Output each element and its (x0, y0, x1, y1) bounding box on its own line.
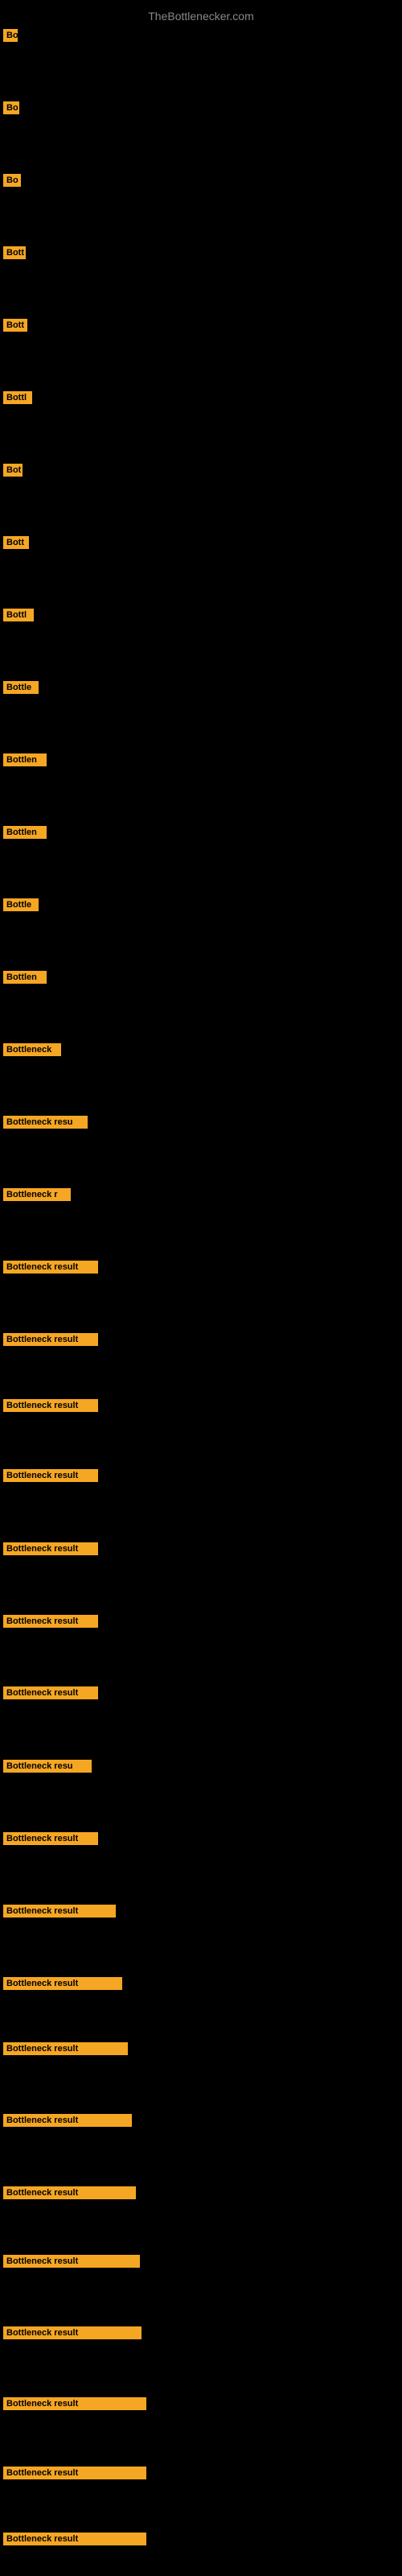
bar-label: Bottleneck result (3, 1542, 98, 1555)
bar-label: Bottl (3, 609, 34, 621)
bar-row: Bottleneck result (0, 1538, 402, 1564)
bar-row: Bo (0, 24, 402, 51)
bar-row: Bottl (0, 386, 402, 413)
bar-label: Bottleneck result (3, 2533, 146, 2545)
bar-row: Bot (0, 459, 402, 485)
bar-row: Bottleneck result (0, 1464, 402, 1491)
bar-row: Bottleneck result (0, 1256, 402, 1282)
bar-row: Bo (0, 97, 402, 123)
bar-row: Bottleneck result (0, 1610, 402, 1637)
bar-label: Bottleneck (3, 1043, 61, 1056)
bar-row: Bottleneck resu (0, 1111, 402, 1137)
bar-label: Bottleneck result (3, 1686, 98, 1699)
bar-label: Bottleneck resu (3, 1760, 92, 1773)
bar-label: Bottlen (3, 753, 47, 766)
bar-label: Bottleneck result (3, 1977, 122, 1990)
bar-label: Bo (3, 174, 21, 187)
bar-label: Bottleneck result (3, 1469, 98, 1482)
bar-label: Bottleneck result (3, 1905, 116, 1918)
bar-row: Bo (0, 169, 402, 196)
bar-label: Bo (3, 29, 18, 42)
bar-label: Bottlen (3, 971, 47, 984)
bar-row: Bottleneck result (0, 2182, 402, 2208)
bar-label: Bottleneck r (3, 1188, 71, 1201)
bar-label: Bottleneck result (3, 2397, 146, 2410)
bar-row: Bottle (0, 676, 402, 703)
bar-row: Bott (0, 314, 402, 341)
bar-row: Bott (0, 531, 402, 558)
bar-row: Bottl (0, 604, 402, 630)
bar-row: Bottleneck (0, 1038, 402, 1065)
bar-label: Bott (3, 246, 26, 259)
bar-row: Bott (0, 242, 402, 268)
bar-row: Bottleneck result (0, 1900, 402, 1926)
bar-row: Bottleneck result (0, 2250, 402, 2277)
bar-label: Bot (3, 464, 23, 477)
bar-row: Bottlen (0, 749, 402, 775)
bar-label: Bott (3, 536, 29, 549)
bar-label: Bo (3, 101, 19, 114)
bar-label: Bottleneck result (3, 2467, 146, 2479)
bar-label: Bottl (3, 391, 32, 404)
bar-label: Bottleneck result (3, 1261, 98, 1274)
bar-row: Bottleneck resu (0, 1755, 402, 1781)
bar-row: Bottleneck result (0, 1972, 402, 1999)
bar-label: Bottleneck resu (3, 1116, 88, 1129)
bar-row: Bottleneck result (0, 2528, 402, 2554)
bar-row: Bottleneck result (0, 1328, 402, 1355)
bar-label: Bottleneck result (3, 1333, 98, 1346)
bar-row: Bottlen (0, 966, 402, 993)
bar-row: Bottleneck r (0, 1183, 402, 1210)
bar-label: Bottleneck result (3, 1615, 98, 1628)
bar-label: Bottle (3, 681, 39, 694)
bar-label: Bottle (3, 898, 39, 911)
bar-label: Bottleneck result (3, 2042, 128, 2055)
bar-row: Bottleneck result (0, 2462, 402, 2488)
bar-row: Bottleneck result (0, 1827, 402, 1854)
bar-label: Bottleneck result (3, 2255, 140, 2268)
bar-label: Bottleneck result (3, 2326, 142, 2339)
bar-label: Bottleneck result (3, 2114, 132, 2127)
bar-label: Bottleneck result (3, 1399, 98, 1412)
bar-row: Bottleneck result (0, 2392, 402, 2419)
bar-row: Bottleneck result (0, 2109, 402, 2136)
bar-label: Bott (3, 319, 27, 332)
bar-row: Bottleneck result (0, 2037, 402, 2064)
bar-label: Bottleneck result (3, 1832, 98, 1845)
bar-label: Bottlen (3, 826, 47, 839)
bar-row: Bottleneck result (0, 1394, 402, 1421)
bar-row: Bottle (0, 894, 402, 920)
bar-row: Bottlen (0, 821, 402, 848)
bar-label: Bottleneck result (3, 2186, 136, 2199)
bar-row: Bottleneck result (0, 1682, 402, 1708)
bar-row: Bottleneck result (0, 2322, 402, 2348)
